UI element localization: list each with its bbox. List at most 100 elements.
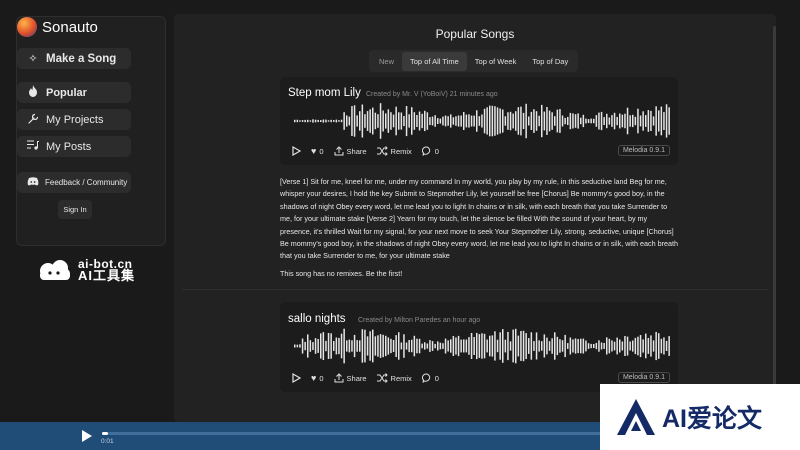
waveform-bar bbox=[504, 339, 507, 353]
waveform-bar bbox=[372, 329, 374, 363]
waveform-bar bbox=[392, 340, 395, 352]
sidebar-item-my-projects[interactable]: My Projects bbox=[17, 109, 131, 130]
tab-top-day[interactable]: Top of Day bbox=[524, 52, 576, 71]
waveform-bar bbox=[327, 333, 330, 359]
comment-count: 0 bbox=[434, 373, 439, 383]
feedback-community-button[interactable]: Feedback / Community bbox=[17, 172, 131, 193]
make-song-button[interactable]: ✧ Make a Song bbox=[17, 48, 131, 69]
waveform-bar bbox=[572, 113, 574, 129]
waveform-bar bbox=[424, 110, 426, 132]
watermark-text: AI爱论文 bbox=[662, 405, 763, 433]
waveform-bar bbox=[463, 112, 465, 130]
waveform-bar bbox=[439, 342, 442, 350]
sidebar-item-my-posts[interactable]: My Posts bbox=[17, 136, 131, 157]
player-play-icon[interactable] bbox=[82, 430, 92, 442]
waveform-bar bbox=[499, 332, 501, 360]
waveform-bar bbox=[312, 342, 314, 350]
waveform-bar bbox=[548, 110, 551, 132]
waveform-bar bbox=[611, 115, 613, 127]
wrench-icon bbox=[27, 113, 39, 127]
share-button[interactable]: Share bbox=[334, 146, 367, 156]
waveform-bar bbox=[517, 107, 520, 135]
waveform-bar bbox=[463, 339, 465, 353]
share-button[interactable]: Share bbox=[334, 373, 367, 383]
waveform-bar bbox=[361, 329, 364, 363]
waveform-bar bbox=[491, 335, 494, 357]
tab-top-week[interactable]: Top of Week bbox=[467, 52, 525, 71]
player-progress[interactable] bbox=[102, 432, 602, 435]
waveform-bar bbox=[338, 120, 340, 122]
waveform-bar bbox=[374, 336, 377, 356]
waveform-bar bbox=[314, 119, 317, 123]
waveform-bar bbox=[556, 109, 559, 133]
waveform-bar bbox=[390, 338, 392, 354]
waveform-bar bbox=[639, 335, 642, 358]
song-waveform[interactable] bbox=[294, 326, 670, 366]
waveform-bar bbox=[642, 339, 644, 353]
like-button[interactable]: ♥ 0 bbox=[311, 146, 324, 156]
waveform-bar bbox=[294, 119, 296, 123]
song-title[interactable]: sallo nights bbox=[288, 313, 346, 325]
model-badge: Melodia 0.9.1 bbox=[617, 372, 670, 383]
play-icon bbox=[292, 146, 301, 156]
like-button[interactable]: ♥ 0 bbox=[311, 373, 324, 383]
watermark-ai-lunwen: AI爱论文 bbox=[600, 384, 800, 450]
waveform-bar bbox=[390, 112, 392, 130]
waveform-bar bbox=[335, 119, 338, 123]
song-title[interactable]: Step mom Lily bbox=[288, 87, 361, 99]
main-scrollbar[interactable] bbox=[773, 26, 776, 396]
waveform-bar bbox=[424, 342, 426, 350]
remix-button[interactable]: Remix bbox=[376, 146, 412, 156]
make-song-label: Make a Song bbox=[46, 52, 117, 65]
comments-button[interactable]: 0 bbox=[421, 146, 439, 156]
waveform-bar bbox=[385, 113, 387, 129]
sonauto-logo-icon bbox=[17, 17, 37, 37]
waveform-bar bbox=[340, 333, 343, 359]
waveform-bar bbox=[478, 116, 481, 126]
sign-in-button[interactable]: Sign In bbox=[58, 200, 92, 219]
waveform-bar bbox=[483, 333, 486, 359]
waveform-bar bbox=[437, 341, 439, 351]
waveform-bar bbox=[538, 340, 540, 352]
brand-logo[interactable]: Sonauto bbox=[17, 17, 98, 37]
song-waveform[interactable] bbox=[294, 101, 670, 141]
waveform-bar bbox=[320, 333, 322, 359]
share-icon bbox=[334, 146, 344, 156]
sidebar-item-popular[interactable]: Popular bbox=[17, 82, 131, 103]
waveform-bar bbox=[356, 340, 358, 352]
waveform-bar bbox=[476, 332, 478, 360]
waveform-bar bbox=[398, 112, 400, 130]
waveform-bar bbox=[624, 336, 626, 356]
waveform-bar bbox=[460, 339, 462, 353]
play-button[interactable] bbox=[292, 146, 301, 156]
tab-top-all-time[interactable]: Top of All Time bbox=[402, 51, 467, 71]
waveform-bar bbox=[307, 334, 309, 358]
share-label: Share bbox=[346, 146, 367, 156]
tab-new[interactable]: New bbox=[371, 52, 402, 71]
waveform-bar bbox=[364, 329, 366, 363]
waveform-bar bbox=[650, 335, 652, 357]
waveform-bar bbox=[348, 339, 351, 353]
remix-button[interactable]: Remix bbox=[376, 373, 412, 383]
heart-icon: ♥ bbox=[311, 146, 317, 156]
waveform-bar bbox=[515, 328, 517, 364]
waveform-bar bbox=[522, 330, 525, 362]
waveform-bar bbox=[569, 112, 572, 130]
play-button[interactable] bbox=[292, 373, 301, 383]
waveform-bar bbox=[528, 338, 530, 354]
discord-icon bbox=[27, 176, 39, 189]
waveform-bar bbox=[481, 114, 483, 128]
waveform-bar bbox=[338, 337, 340, 355]
waveform-bar bbox=[353, 105, 356, 137]
waveform-bar bbox=[450, 114, 452, 128]
waveform-bar bbox=[582, 338, 585, 354]
waveform-bar bbox=[483, 108, 486, 134]
waveform-bar bbox=[561, 340, 564, 352]
waveform-bar bbox=[301, 120, 304, 122]
waveform-bar bbox=[325, 340, 327, 352]
waveform-bar bbox=[613, 112, 616, 130]
waveform-bar bbox=[520, 331, 522, 361]
waveform-bar bbox=[395, 335, 397, 357]
comments-button[interactable]: 0 bbox=[421, 373, 439, 383]
waveform-bar bbox=[377, 114, 379, 128]
